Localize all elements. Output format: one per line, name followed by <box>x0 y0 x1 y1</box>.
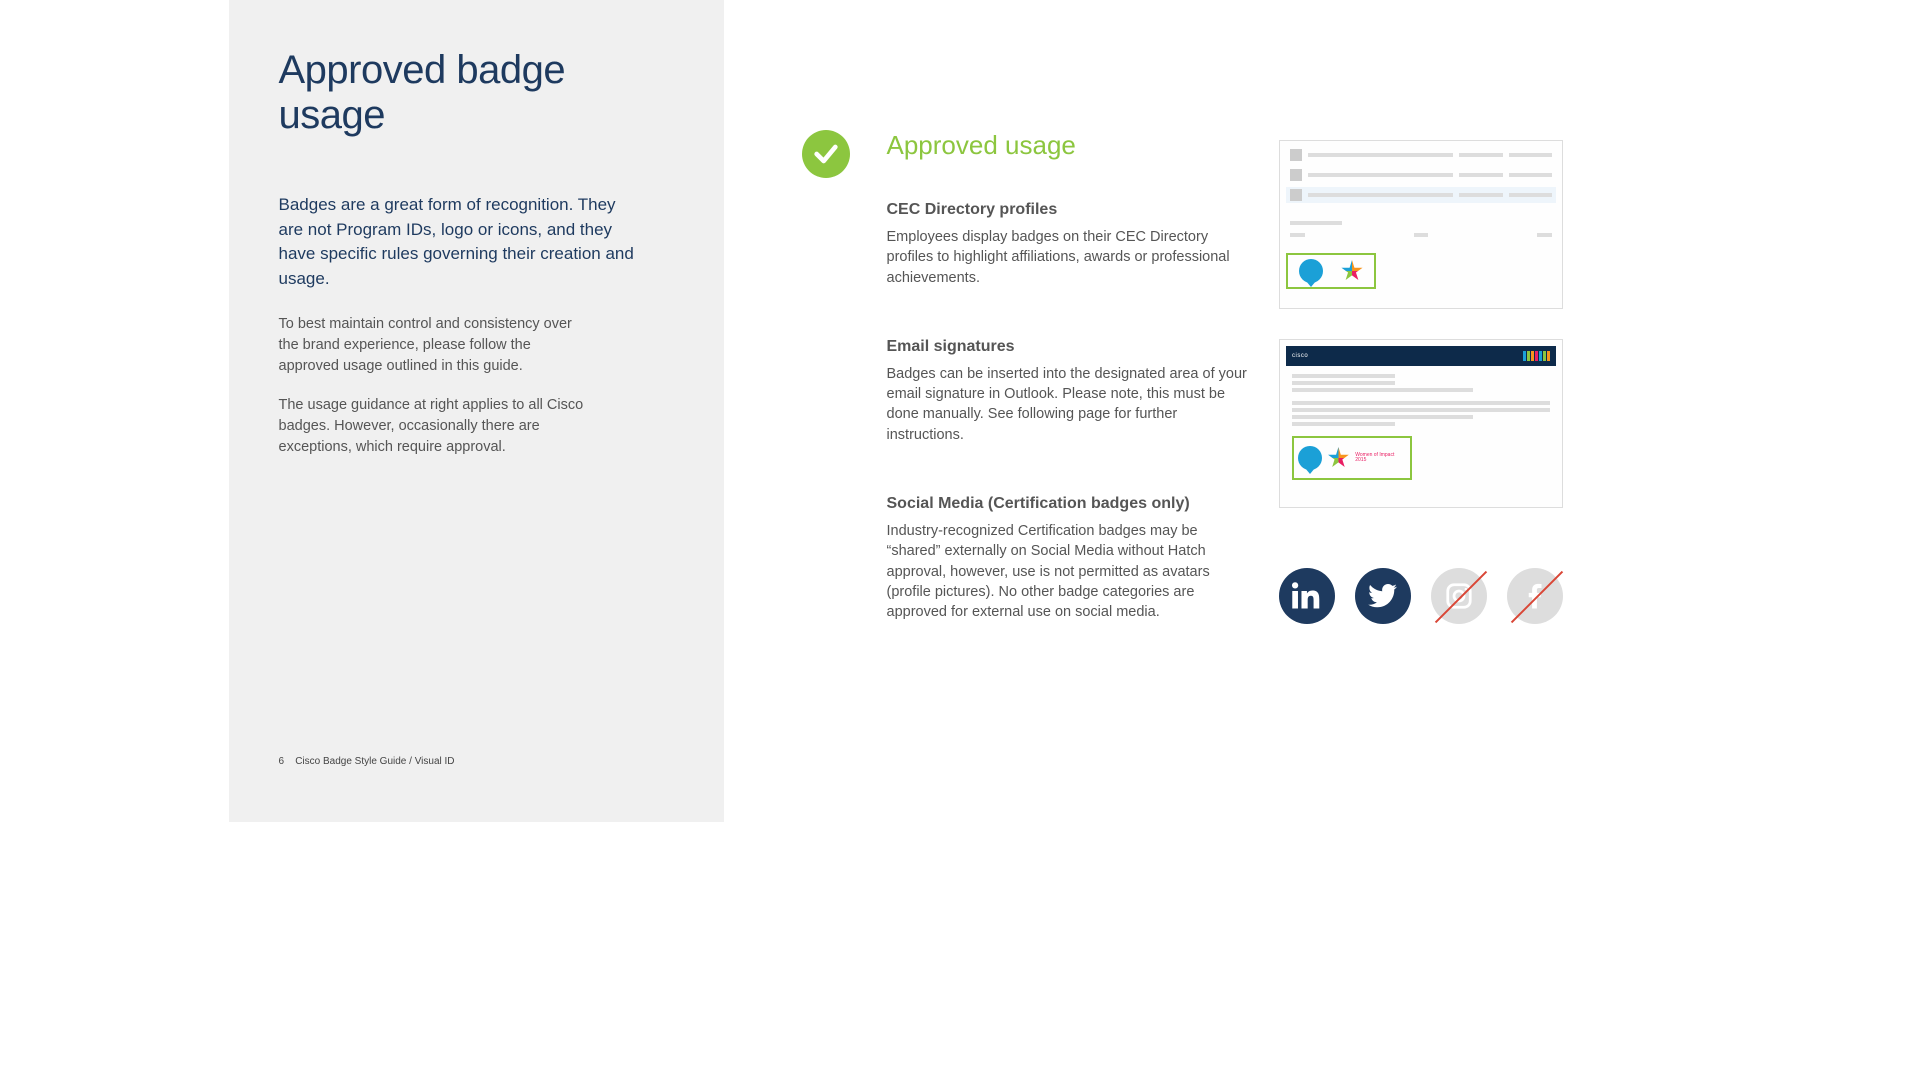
section-body: Industry-recognized Certification badges… <box>887 521 1250 622</box>
email-header-bar: cisco <box>1286 346 1556 366</box>
section-email: Email signatures Badges can be inserted … <box>887 338 1250 445</box>
section-heading: Social Media (Certification badges only) <box>887 495 1250 513</box>
footer-page-number: 6 <box>279 756 285 767</box>
badge-ribbon-icon <box>1298 446 1322 470</box>
approved-usage-heading: Approved usage <box>887 130 1250 161</box>
check-column <box>802 130 857 822</box>
section-heading: CEC Directory profiles <box>887 201 1250 219</box>
page-footer: 6 Cisco Badge Style Guide / Visual ID <box>279 756 455 767</box>
document-page: Approved badge usage Badges are a great … <box>229 0 1692 822</box>
badge-label: Women of Impact 2015 <box>1355 453 1406 463</box>
section-directory: CEC Directory profiles Employees display… <box>887 201 1250 288</box>
page-title: Approved badge usage <box>279 48 674 138</box>
linkedin-icon <box>1279 568 1335 624</box>
instagram-icon-disabled <box>1431 568 1487 624</box>
right-panel: Approved usage CEC Directory profiles Em… <box>724 0 1692 822</box>
checkmark-icon <box>802 130 850 178</box>
badge-star-icon <box>1341 260 1363 282</box>
social-icons-row <box>1279 568 1563 624</box>
section-body: Employees display badges on their CEC Di… <box>887 227 1250 288</box>
email-badge-highlight: Women of Impact 2015 <box>1292 436 1412 480</box>
twitter-icon <box>1355 568 1411 624</box>
section-body: Badges can be inserted into the designat… <box>887 364 1250 445</box>
left-panel: Approved badge usage Badges are a great … <box>229 0 724 822</box>
directory-screenshot <box>1279 140 1563 309</box>
badge-star-icon <box>1328 447 1350 469</box>
section-social: Social Media (Certification badges only)… <box>887 495 1250 622</box>
body-paragraph-1: To best maintain control and consistency… <box>279 314 589 377</box>
footer-doc-title: Cisco Badge Style Guide / Visual ID <box>295 756 454 767</box>
email-screenshot: cisco <box>1279 339 1563 508</box>
directory-badge-highlight <box>1286 253 1376 289</box>
facebook-icon-disabled <box>1507 568 1563 624</box>
visuals-column: cisco <box>1279 140 1642 822</box>
body-paragraph-2: The usage guidance at right applies to a… <box>279 395 589 458</box>
intro-paragraph: Badges are a great form of recognition. … <box>279 193 639 292</box>
badge-ribbon-icon <box>1299 259 1323 283</box>
section-heading: Email signatures <box>887 338 1250 356</box>
content-column: Approved usage CEC Directory profiles Em… <box>887 130 1250 822</box>
